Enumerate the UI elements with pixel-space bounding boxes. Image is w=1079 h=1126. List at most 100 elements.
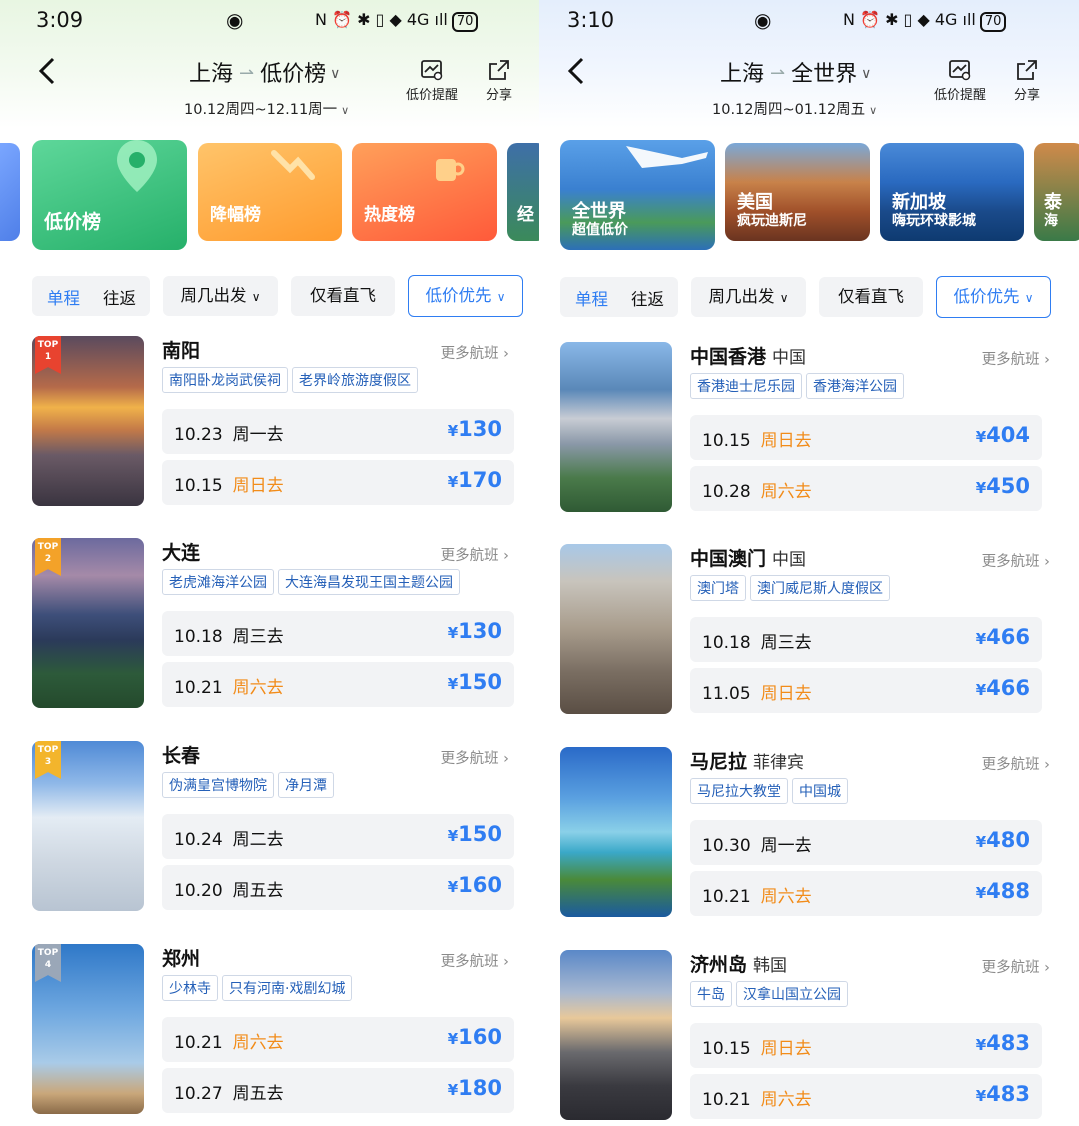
category-card-partial[interactable]: 泰海 [1034, 143, 1079, 241]
one-way-option[interactable]: 单程 [47, 285, 80, 309]
flight-option[interactable]: 10.27 周五去 ¥180 [162, 1068, 514, 1113]
price-value: 130 [458, 619, 502, 643]
chevron-right-icon: › [1039, 554, 1050, 570]
flight-option[interactable]: 10.30 周一去 ¥480 [690, 820, 1042, 865]
flight-price: ¥170 [448, 468, 502, 492]
round-trip-option[interactable]: 往返 [103, 285, 136, 309]
share-button[interactable]: 分享 [1014, 58, 1040, 103]
flight-option[interactable]: 10.15 周日去 ¥483 [690, 1023, 1042, 1068]
category-title: 泰 [1044, 192, 1062, 213]
attraction-tag: 香港迪士尼乐园 [690, 373, 802, 399]
destination-card[interactable]: 中国香港 中国 更多航班 › 香港迪士尼乐园 香港海洋公园 10.15 周日去 ¥404… [539, 342, 1079, 522]
more-flights-link[interactable]: 更多航班 › [441, 342, 509, 363]
back-button[interactable] [36, 56, 58, 86]
flight-option[interactable]: 10.28 周六去 ¥450 [690, 466, 1042, 511]
airplane-icon [626, 146, 708, 168]
destination-card[interactable]: 马尼拉 菲律宾 更多航班 › 马尼拉大教堂 中国城 10.30 周一去 ¥480 10.… [539, 747, 1079, 927]
round-trip-option[interactable]: 往返 [631, 286, 664, 310]
more-flights-link[interactable]: 更多航班 › [982, 550, 1050, 571]
currency-symbol: ¥ [447, 1081, 459, 1099]
more-flights-link[interactable]: 更多航班 › [982, 753, 1050, 774]
more-flights-link[interactable]: 更多航班 › [982, 348, 1050, 369]
category-label: 经 [517, 205, 534, 225]
city-title: 中国香港 中国 [690, 342, 806, 369]
destination-card[interactable]: 中国澳门 中国 更多航班 › 澳门塔 澳门威尼斯人度假区 10.18 周三去 ¥466 … [539, 544, 1079, 724]
flight-option[interactable]: 10.15 周日去 ¥170 [162, 460, 514, 505]
share-icon [489, 60, 509, 80]
flight-weekday: 周一去 [232, 425, 284, 445]
flight-price: ¥483 [976, 1082, 1030, 1106]
route-selector[interactable]: 上海 ⇀ 全世界 ∨ [720, 56, 871, 88]
more-flights-link[interactable]: 更多航班 › [441, 950, 509, 971]
back-button[interactable] [565, 56, 587, 86]
destination-card[interactable]: TOP 2 大连 更多航班 › 老虎滩海洋公园 大连海昌发现王国主题公园 10.18… [0, 538, 539, 718]
category-card-low-price[interactable]: 低价榜 [32, 140, 187, 250]
flight-price: ¥150 [448, 670, 502, 694]
route-selector[interactable]: 上海 ⇀ 低价榜 ∨ [189, 56, 340, 88]
flight-option[interactable]: 10.18 周三去 ¥130 [162, 611, 514, 656]
flight-option[interactable]: 10.18 周三去 ¥466 [690, 617, 1042, 662]
trip-type-toggle[interactable]: 单程 往返 [32, 276, 150, 316]
category-card-partial[interactable]: 经 [507, 143, 539, 241]
sort-filter[interactable]: 低价优先 ∨ [936, 276, 1051, 318]
weekday-filter[interactable]: 周几出发 ∨ [163, 276, 278, 316]
destination-card[interactable]: TOP 4 郑州 更多航班 › 少林寺 只有河南·戏剧幻城 10.21 周六去 ¥160… [0, 944, 539, 1124]
destination-image: TOP 4 [32, 944, 144, 1114]
trip-type-toggle[interactable]: 单程 往返 [560, 277, 678, 317]
category-label: 热度榜 [364, 205, 415, 225]
flight-price: ¥180 [448, 1076, 502, 1100]
destination-card[interactable]: TOP 3 长春 更多航班 › 伪满皇宫博物院 净月潭 10.24 周二去 ¥150 1… [0, 741, 539, 921]
chevron-down-icon: ∨ [341, 104, 350, 117]
flight-date: 10.21 [702, 887, 751, 907]
category-card-price-drop[interactable]: 降幅榜 [198, 143, 342, 241]
price-alert-button[interactable]: 低价提醒 [934, 58, 986, 103]
category-card-partial[interactable] [0, 143, 20, 241]
destination-card[interactable]: 济州岛 韩国 更多航班 › 牛岛 汉拿山国立公园 10.15 周日去 ¥483 10.2… [539, 950, 1079, 1126]
price-value: 488 [986, 879, 1030, 903]
price-alert-button[interactable]: 低价提醒 [406, 58, 458, 103]
flight-option[interactable]: 10.23 周一去 ¥130 [162, 409, 514, 454]
share-button[interactable]: 分享 [486, 58, 512, 103]
sort-label: 低价优先 [953, 287, 1020, 306]
flight-weekday: 周六去 [760, 887, 812, 907]
flight-weekday: 周五去 [232, 881, 284, 901]
tag-list: 马尼拉大教堂 中国城 [690, 778, 852, 804]
tag-list: 牛岛 汉拿山国立公园 [690, 981, 852, 1007]
flight-option[interactable]: 10.15 周日去 ¥404 [690, 415, 1042, 460]
attraction-tag: 少林寺 [162, 975, 218, 1001]
currency-symbol: ¥ [447, 675, 459, 693]
category-card-popular[interactable]: 热度榜 [352, 143, 497, 241]
more-flights-link[interactable]: 更多航班 › [441, 544, 509, 565]
flight-option[interactable]: 11.05 周日去 ¥466 [690, 668, 1042, 713]
weekday-filter[interactable]: 周几出发 ∨ [691, 277, 806, 317]
flight-option[interactable]: 10.21 周六去 ¥150 [162, 662, 514, 707]
share-label: 分享 [486, 88, 513, 103]
category-text: 新加坡 嗨玩环球影城 [892, 193, 976, 231]
more-flights-link[interactable]: 更多航班 › [441, 747, 509, 768]
flight-option[interactable]: 10.20 周五去 ¥160 [162, 865, 514, 910]
flight-weekday: 周六去 [232, 678, 284, 698]
date-range-selector[interactable]: 10.12周四~12.11周一 ∨ [184, 98, 349, 119]
flight-option[interactable]: 10.21 周六去 ¥483 [690, 1074, 1042, 1119]
status-bar: 3:10 ◉ N ⏰ ✱ ▯ ◆ 4G ıll 70 [539, 8, 1079, 36]
flight-option[interactable]: 10.21 周六去 ¥488 [690, 871, 1042, 916]
sort-filter[interactable]: 低价优先 ∨ [408, 275, 523, 317]
one-way-option[interactable]: 单程 [575, 286, 608, 310]
flight-option[interactable]: 10.21 周六去 ¥160 [162, 1017, 514, 1062]
eye-icon: ◉ [226, 8, 244, 32]
direct-only-filter[interactable]: 仅看直飞 [819, 277, 923, 317]
category-card-usa[interactable]: 美国 疯玩迪斯尼 [725, 143, 870, 241]
category-card-singapore[interactable]: 新加坡 嗨玩环球影城 [880, 143, 1024, 241]
city-name: 济州岛 [690, 954, 748, 976]
status-time: 3:10 [567, 8, 615, 32]
date-range-selector[interactable]: 10.12周四~01.12周五 ∨ [712, 98, 877, 119]
destination-card[interactable]: TOP 1 南阳 更多航班 › 南阳卧龙岗武侯祠 老界岭旅游度假区 10.23 周一去… [0, 336, 539, 516]
more-flights-link[interactable]: 更多航班 › [982, 956, 1050, 977]
price-value: 450 [986, 474, 1030, 498]
flight-weekday: 周二去 [232, 830, 284, 850]
city-name: 中国香港 [690, 346, 767, 368]
weekday-filter-label: 周几出发 [180, 286, 247, 305]
flight-option[interactable]: 10.24 周二去 ¥150 [162, 814, 514, 859]
direct-only-filter[interactable]: 仅看直飞 [291, 276, 395, 316]
category-card-world[interactable]: 全世界 超值低价 [560, 140, 715, 250]
